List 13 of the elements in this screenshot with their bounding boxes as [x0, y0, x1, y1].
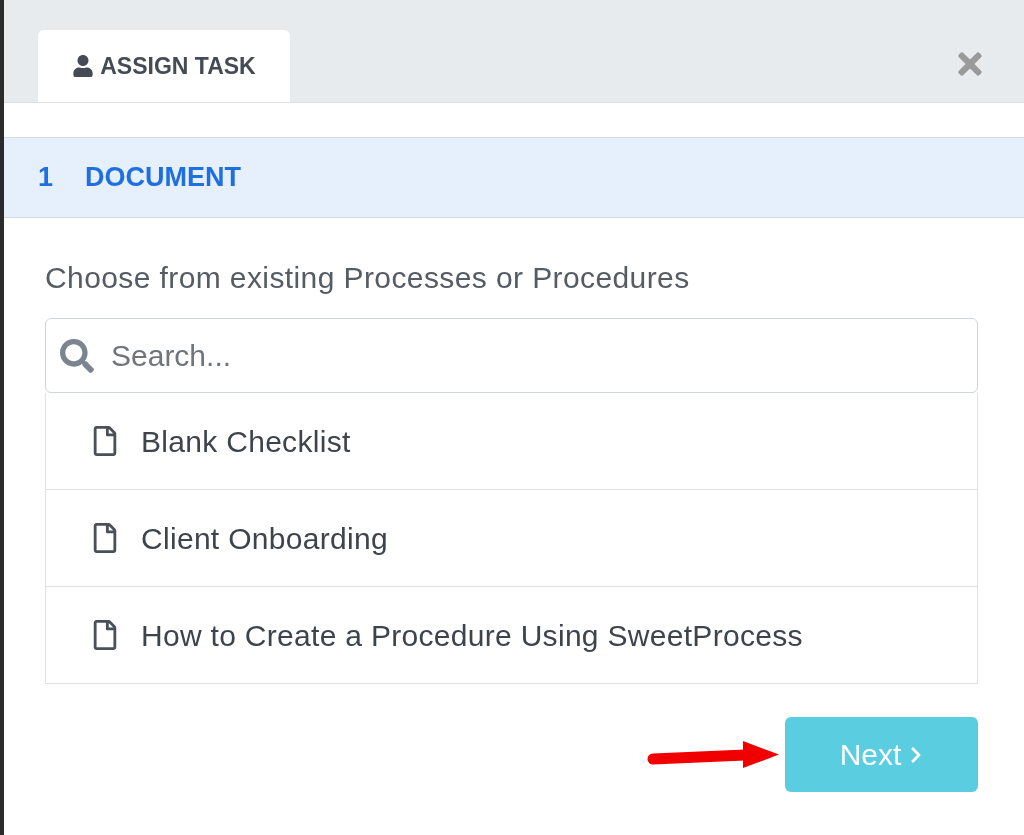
- prompt-text: Choose from existing Processes or Procedures: [45, 261, 690, 295]
- document-icon: [93, 523, 117, 553]
- search-field[interactable]: Search...: [45, 318, 978, 393]
- document-list-item[interactable]: Blank Checklist: [45, 393, 978, 490]
- document-icon: [93, 620, 117, 650]
- search-icon: [60, 339, 94, 373]
- document-list-item[interactable]: Client Onboarding: [45, 490, 978, 587]
- step-number: 1: [38, 161, 55, 195]
- document-icon: [93, 426, 117, 456]
- assign-task-tab[interactable]: ASSIGN TASK: [38, 30, 290, 102]
- user-icon: [72, 55, 95, 77]
- document-list-item[interactable]: How to Create a Procedure Using SweetProcess: [45, 587, 978, 684]
- step-label: DOCUMENT: [85, 161, 241, 195]
